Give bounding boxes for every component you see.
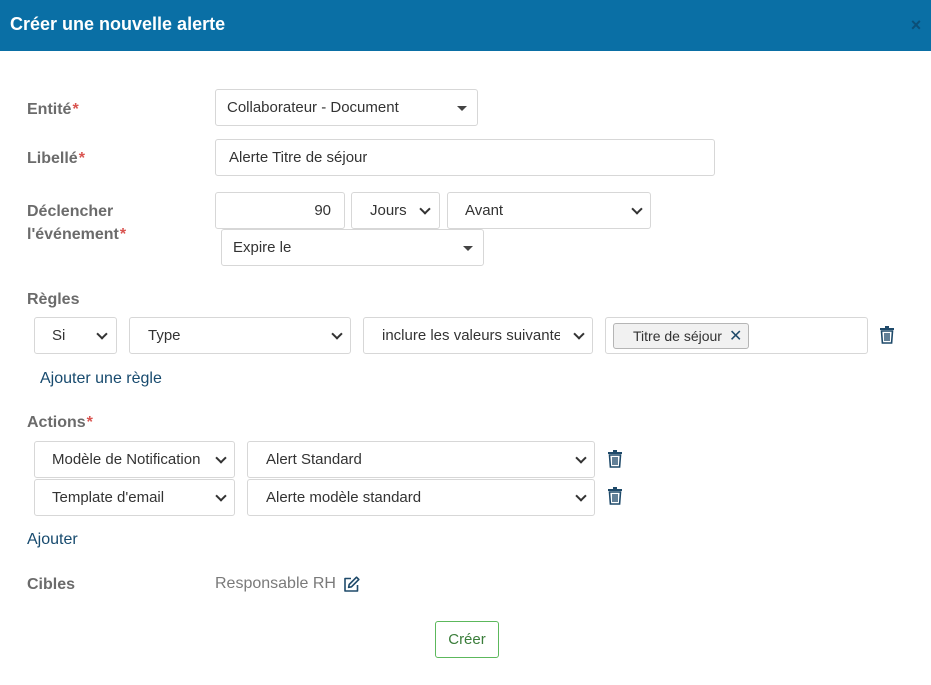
chevron-down-icon [331, 328, 343, 340]
actions-label-text: Actions [27, 414, 86, 431]
entity-label-text: Entité [27, 101, 72, 118]
libelle-input-value: Alerte Titre de séjour [229, 149, 368, 166]
rule-operator-select[interactable]: inclure les valeurs suivante [363, 317, 593, 354]
chevron-down-icon [96, 328, 108, 340]
trigger-unit-value: Jours [370, 202, 407, 219]
rule-values-multiselect[interactable]: Titre de séjour ✕ [605, 317, 868, 354]
trigger-event-select[interactable]: Expire le [221, 229, 484, 266]
rule-field-select[interactable]: Type [129, 317, 351, 354]
rule-value-tag-text: Titre de séjour [633, 328, 722, 344]
action-type-value-2: Template d'email [52, 489, 165, 506]
trigger-label: Déclencher l'événement* [27, 200, 126, 246]
trigger-label-line2: l'événement* [27, 223, 126, 246]
rule-operator-value: inclure les valeurs suivante [382, 327, 560, 344]
required-marker: * [72, 101, 79, 118]
trigger-unit-select[interactable]: Jours [351, 192, 440, 229]
trash-icon[interactable] [879, 326, 895, 344]
trigger-label-line1: Déclencher [27, 203, 114, 220]
targets-value: Responsable RH [215, 575, 336, 592]
action-type-value-1: Modèle de Notification [52, 451, 201, 468]
action-value-select-1[interactable]: Alert Standard [247, 441, 595, 478]
x-icon[interactable]: ✕ [729, 325, 742, 349]
rule-condition-select[interactable]: Si [34, 317, 117, 354]
trigger-event-value: Expire le [233, 239, 292, 256]
required-marker: * [78, 150, 85, 167]
action-value-select-2[interactable]: Alerte modèle standard [247, 479, 595, 516]
add-action-link[interactable]: Ajouter [27, 531, 78, 549]
create-button[interactable]: Créer [435, 621, 499, 658]
chevron-down-icon [215, 452, 227, 464]
action-type-select-2[interactable]: Template d'email [34, 479, 235, 516]
action-value-2: Alerte modèle standard [266, 489, 422, 506]
rules-label: Règles [27, 291, 80, 308]
targets-label: Cibles [27, 576, 76, 593]
trigger-direction-value: Avant [465, 202, 504, 219]
actions-label: Actions* [27, 411, 93, 434]
rule-value-tag: Titre de séjour ✕ [613, 323, 750, 349]
caret-down-icon [457, 106, 467, 111]
required-marker: * [86, 414, 93, 431]
trash-icon[interactable] [607, 487, 623, 505]
entity-label: Entité* [27, 98, 79, 121]
edit-icon[interactable] [343, 576, 360, 593]
rule-condition-value: Si [52, 327, 66, 344]
action-value-1: Alert Standard [266, 451, 362, 468]
chevron-down-icon [575, 490, 587, 502]
libelle-label: Libellé* [27, 147, 85, 170]
rule-field-value: Type [148, 327, 181, 344]
dialog-header: Créer une nouvelle alerte × [0, 0, 931, 51]
chevron-down-icon [631, 203, 643, 215]
trigger-amount-value: 90 [314, 202, 331, 219]
entity-select-value: Collaborateur - Document [227, 99, 399, 116]
chevron-down-icon [419, 203, 431, 215]
chevron-down-icon [575, 452, 587, 464]
trash-icon[interactable] [607, 450, 623, 468]
dialog-title: Créer une nouvelle alerte [10, 14, 226, 34]
entity-select[interactable]: Collaborateur - Document [215, 89, 478, 126]
add-rule-link[interactable]: Ajouter une règle [40, 370, 162, 388]
trigger-amount-input[interactable]: 90 [215, 192, 345, 229]
libelle-input[interactable]: Alerte Titre de séjour [215, 139, 715, 176]
required-marker: * [119, 226, 127, 243]
chevron-down-icon [215, 490, 227, 502]
trigger-label-line2-text: l'événement [27, 226, 119, 243]
close-icon[interactable]: × [907, 15, 925, 35]
libelle-label-text: Libellé [27, 150, 78, 167]
trigger-direction-select[interactable]: Avant [447, 192, 651, 229]
action-type-select-1[interactable]: Modèle de Notification [34, 441, 235, 478]
chevron-down-icon [573, 328, 585, 340]
caret-down-icon [463, 246, 473, 251]
